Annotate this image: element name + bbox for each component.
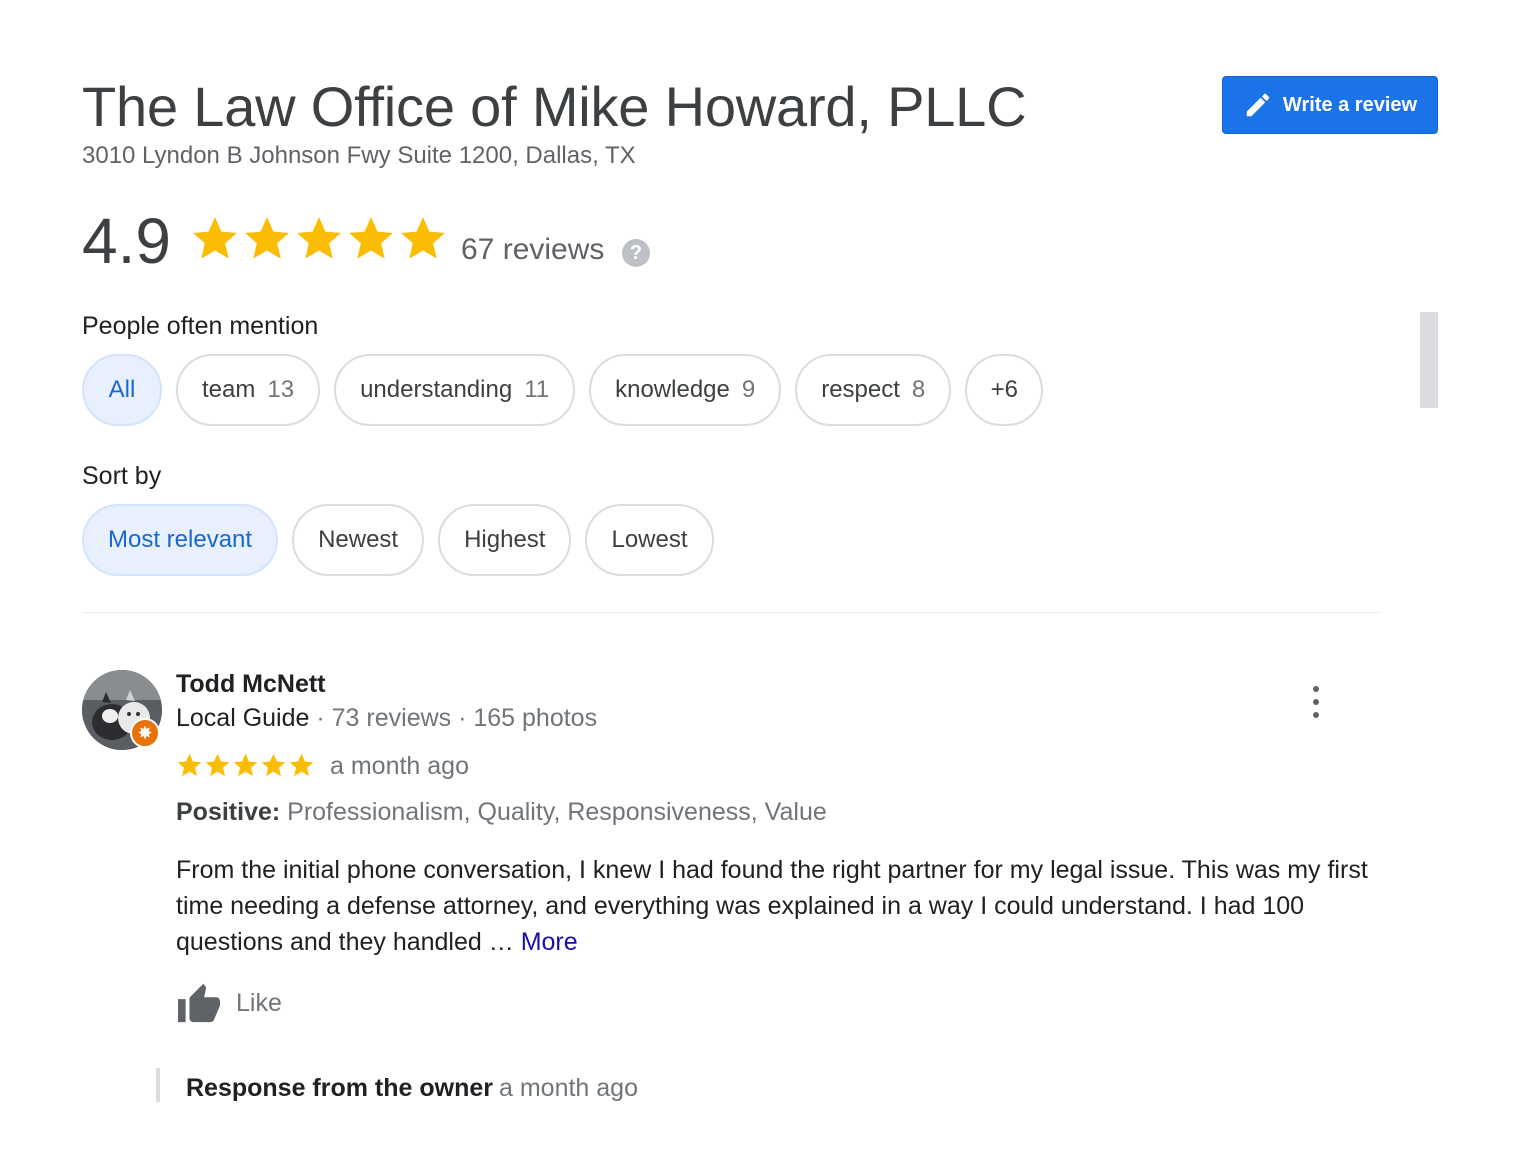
reviewer-name[interactable]: Todd McNett [176, 670, 326, 699]
write-review-button[interactable]: Write a review [1222, 76, 1438, 134]
positive-label: Positive: [176, 798, 281, 826]
chip-label: respect [821, 376, 900, 403]
sort-most-relevant[interactable]: Most relevant [82, 504, 279, 576]
business-title: The Law Office of Mike Howard, PLLC [82, 75, 1027, 138]
scrollbar-thumb[interactable] [1420, 312, 1438, 408]
menu-dot [1313, 686, 1319, 692]
sort-lowest[interactable]: Lowest [585, 504, 714, 576]
chip-label: +6 [990, 376, 1018, 403]
star-icon [233, 753, 258, 777]
sort-heading: Sort by [82, 462, 162, 490]
like-button[interactable]: Like [176, 982, 282, 1024]
like-label: Like [236, 988, 282, 1017]
star-icon [401, 217, 445, 259]
mention-chips: All team 13 understanding 11 knowledge 9… [82, 354, 1044, 426]
business-address: 3010 Lyndon B Johnson Fwy Suite 1200, Da… [82, 142, 636, 169]
local-guide-label: Local Guide [176, 704, 310, 732]
review-text: From the initial phone conversation, I k… [176, 852, 1376, 960]
mention-chip-understanding[interactable]: understanding 11 [334, 354, 576, 426]
chip-label: All [108, 376, 136, 403]
chip-count: 8 [911, 376, 926, 403]
chip-count: 13 [267, 376, 295, 403]
mention-chip-more[interactable]: +6 [965, 354, 1044, 426]
chip-label: team [202, 376, 256, 403]
chip-label: knowledge [615, 376, 730, 403]
sort-options: Most relevant Newest Highest Lowest [82, 504, 714, 576]
owner-response-title: Response from the owner [186, 1074, 493, 1102]
positive-values: Professionalism, Quality, Responsiveness… [280, 798, 827, 826]
star-icon [245, 217, 289, 259]
menu-dot [1313, 699, 1319, 705]
mentions-heading: People often mention [82, 312, 319, 340]
mention-chip-respect[interactable]: respect 8 [795, 354, 952, 426]
local-guide-badge-icon: ✸ [130, 718, 160, 748]
pencil-icon [1246, 93, 1270, 117]
chip-count: 9 [741, 376, 756, 403]
average-rating-stars [190, 214, 448, 264]
thumbs-up-icon [178, 983, 220, 1023]
chip-label: understanding [360, 376, 513, 403]
star-icon [297, 217, 341, 259]
sort-newest[interactable]: Newest [292, 504, 425, 576]
write-review-label: Write a review [1282, 93, 1418, 116]
mention-chip-team[interactable]: team 13 [176, 354, 321, 426]
reviewer-stats: · 73 reviews · 165 photos [309, 704, 598, 732]
review-stars [176, 752, 315, 779]
review-positive-attributes: Positive: Professionalism, Quality, Resp… [176, 798, 827, 827]
owner-response-time: a month ago [499, 1074, 638, 1102]
mention-chip-knowledge[interactable]: knowledge 9 [589, 354, 782, 426]
star-icon [205, 753, 230, 777]
star-icon [261, 753, 286, 777]
mention-chip-all[interactable]: All [82, 354, 162, 426]
star-icon [289, 753, 314, 777]
review-body: From the initial phone conversation, I k… [176, 856, 1368, 956]
menu-dot [1313, 712, 1319, 718]
divider [82, 612, 1380, 613]
owner-response-header: Response from the owner a month ago [186, 1074, 638, 1102]
chip-count: 11 [524, 376, 550, 403]
help-icon[interactable]: ? [622, 239, 650, 267]
more-options-icon[interactable] [1306, 686, 1326, 718]
sort-highest[interactable]: Highest [438, 504, 572, 576]
reviewer-meta[interactable]: Local Guide · 73 reviews · 165 photos [176, 704, 597, 733]
star-icon [349, 217, 393, 259]
read-more-link[interactable]: More [521, 928, 578, 956]
average-rating: 4.9 [82, 205, 171, 277]
response-divider [156, 1068, 160, 1102]
star-icon [193, 217, 237, 259]
review-count-link[interactable]: 67 reviews [461, 233, 604, 267]
star-icon [177, 753, 202, 777]
review-time: a month ago [330, 752, 469, 780]
